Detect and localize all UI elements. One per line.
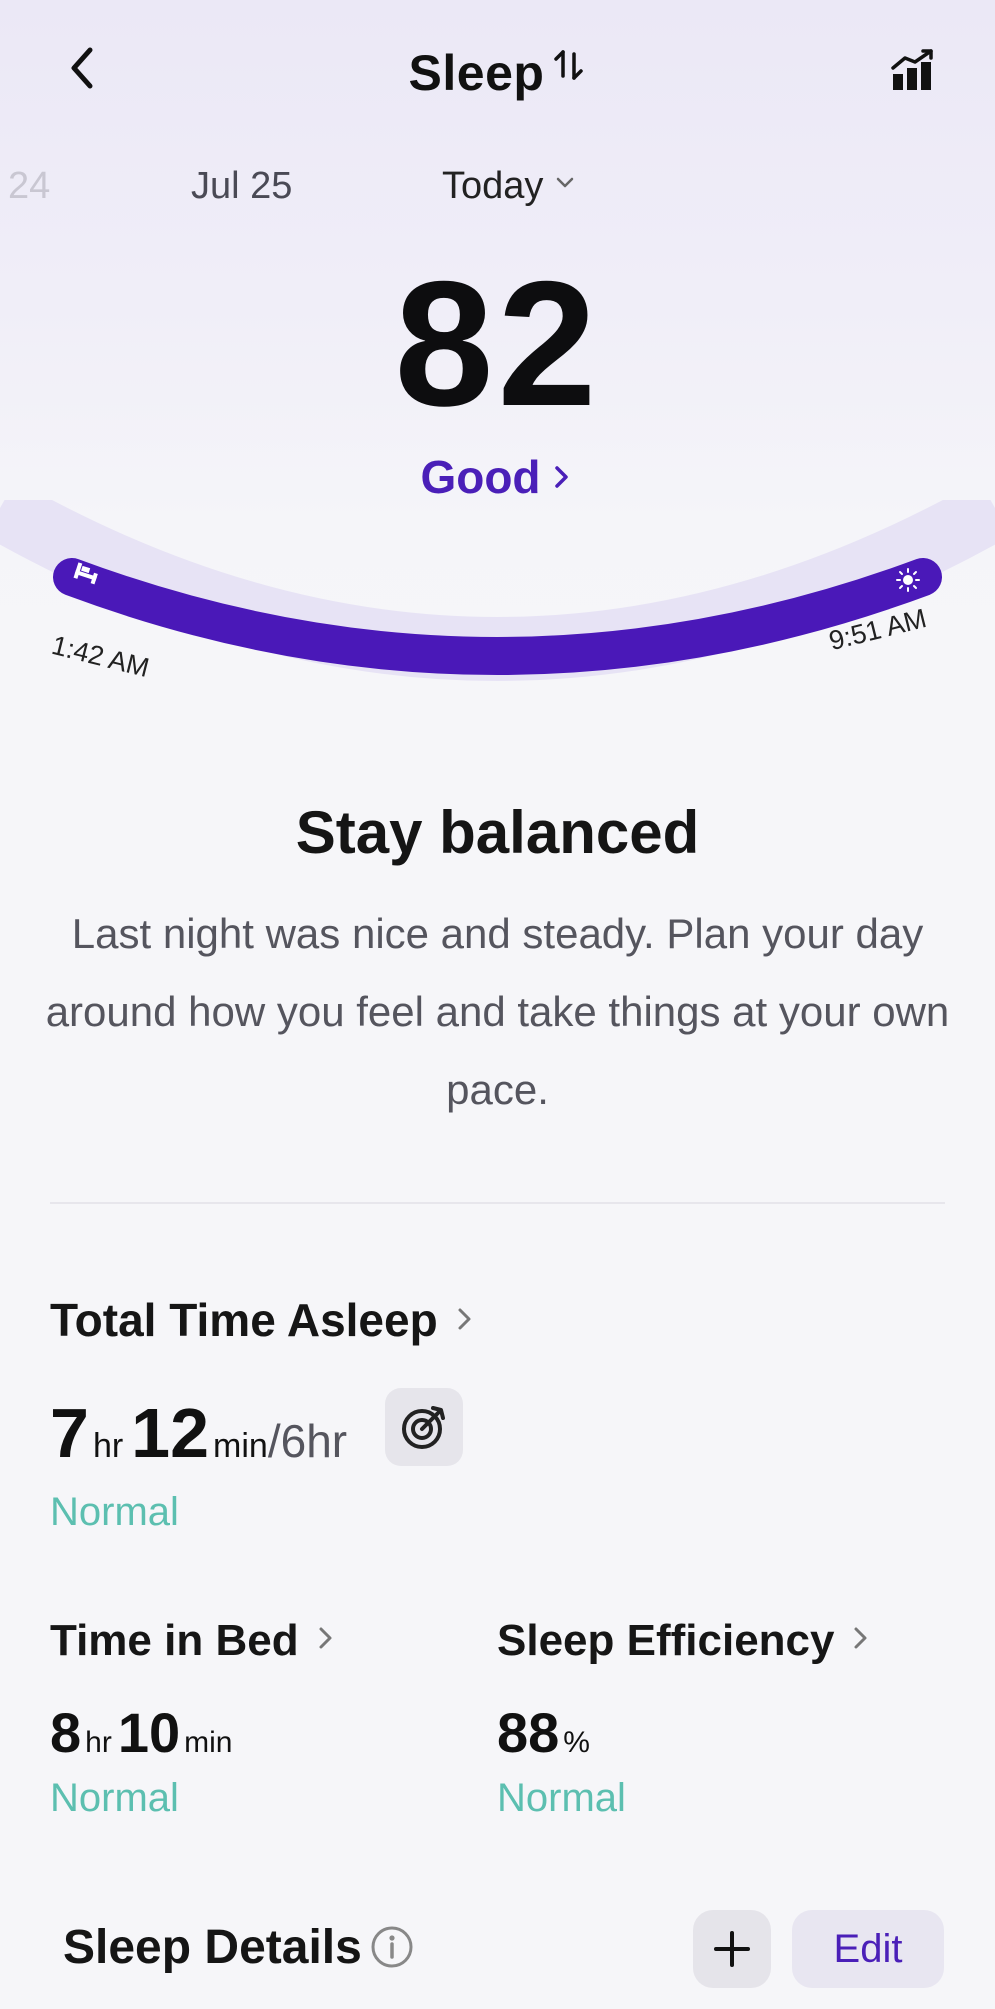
- insight-body: Last night was nice and steady. Plan you…: [45, 910, 950, 1113]
- tta-hours-unit: hr: [92, 1427, 124, 1465]
- insight-title: Stay balanced: [295, 799, 700, 866]
- target-icon: [402, 1406, 445, 1449]
- chevron-right-icon: [554, 466, 568, 488]
- se-number: 88: [497, 1701, 560, 1764]
- page-title: Sleep: [408, 45, 545, 101]
- edit-button[interactable]: Edit: [792, 1910, 944, 1988]
- date-jul-25[interactable]: Jul 25: [191, 165, 292, 208]
- tta-minutes: 12: [131, 1394, 210, 1472]
- tib-minutes-unit: min: [184, 1726, 233, 1759]
- time-in-bed-link[interactable]: Time in Bed: [50, 1616, 339, 1666]
- time-in-bed-label: Time in Bed: [50, 1616, 299, 1665]
- tib-minutes: 10: [117, 1701, 181, 1764]
- sleep-goal-button[interactable]: [385, 1388, 463, 1466]
- date-previous[interactable]: 24: [8, 165, 50, 208]
- divider: [50, 1202, 945, 1204]
- tta-hours: 7: [50, 1394, 89, 1472]
- chevron-right-icon: [854, 1627, 867, 1649]
- se-unit: %: [563, 1726, 590, 1759]
- chevron-right-icon: [458, 1308, 471, 1330]
- total-time-asleep-link[interactable]: Total Time Asleep: [50, 1293, 478, 1347]
- chevron-right-icon: [319, 1627, 332, 1649]
- sleep-efficiency-value: 88 %: [497, 1700, 596, 1765]
- tta-goal: /6hr: [267, 1415, 348, 1467]
- score-rating-link[interactable]: Good: [0, 450, 995, 504]
- tib-hours: 8: [50, 1701, 82, 1764]
- tta-minutes-unit: min: [213, 1427, 268, 1465]
- sleep-screen: Sleep 24 Jul 25 Today 82 Good 1:42 AM 9:…: [0, 0, 995, 2009]
- tib-status: Normal: [50, 1776, 179, 1820]
- sleep-details-label: Sleep Details: [63, 1921, 362, 1974]
- date-today-label: Today: [442, 165, 544, 207]
- se-status: Normal: [497, 1776, 626, 1820]
- date-selector: 24 Jul 25 Today: [0, 165, 995, 225]
- sleep-efficiency-label: Sleep Efficiency: [497, 1616, 835, 1665]
- sort-arrows-icon[interactable]: [552, 48, 586, 82]
- sleep-efficiency-link[interactable]: Sleep Efficiency: [497, 1616, 874, 1666]
- chevron-down-icon: [557, 177, 574, 188]
- sleep-timeline-arc: [0, 500, 995, 681]
- date-today[interactable]: Today: [442, 165, 577, 208]
- total-time-asleep-label: Total Time Asleep: [50, 1294, 438, 1346]
- total-time-asleep-value: 7 hr 12 min /6hr: [50, 1393, 347, 1473]
- info-icon[interactable]: [370, 1925, 414, 1969]
- sleep-details-header: Sleep Details: [63, 1920, 414, 1975]
- top-nav: Sleep: [0, 0, 995, 150]
- sleep-score: 82: [394, 244, 601, 443]
- add-sleep-button[interactable]: [693, 1910, 771, 1988]
- bar-chart-trend-icon: [891, 49, 933, 90]
- tib-hours-unit: hr: [85, 1726, 112, 1759]
- time-in-bed-value: 8 hr 10 min: [50, 1700, 238, 1765]
- tta-status: Normal: [50, 1490, 179, 1534]
- plus-icon: [714, 1931, 750, 1967]
- sun-icon: [896, 568, 920, 592]
- score-rating: Good: [420, 451, 541, 503]
- title-wrap: Sleep: [0, 44, 995, 102]
- trends-button[interactable]: [889, 48, 935, 94]
